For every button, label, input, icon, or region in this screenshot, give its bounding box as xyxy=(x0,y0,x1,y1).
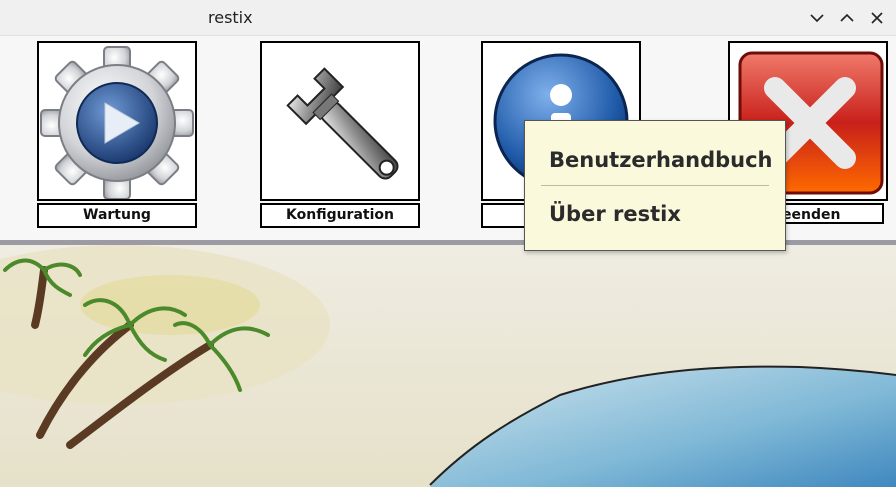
close-window-button[interactable] xyxy=(867,8,887,28)
close-icon xyxy=(871,12,883,24)
wartung-label: Wartung xyxy=(37,203,197,228)
beach-illustration xyxy=(0,245,896,487)
title-bar: restix xyxy=(0,0,896,36)
konfiguration-label: Konfiguration xyxy=(260,203,420,228)
window-title: restix xyxy=(208,8,253,27)
maximize-button[interactable] xyxy=(837,8,857,28)
menu-item-benutzerhandbuch[interactable]: Benutzerhandbuch xyxy=(525,137,785,183)
wartung-image xyxy=(37,41,197,201)
minimize-button[interactable] xyxy=(807,8,827,28)
gear-play-icon xyxy=(40,46,194,199)
info-popup-menu: Benutzerhandbuch Über restix xyxy=(524,120,786,251)
menu-item-ueber-restix[interactable]: Über restix xyxy=(525,191,785,237)
konfiguration-image xyxy=(260,41,420,201)
konfiguration-button[interactable]: Konfiguration xyxy=(260,41,420,228)
menu-separator xyxy=(541,185,769,186)
background-illustration xyxy=(0,245,896,487)
wrench-icon xyxy=(286,67,399,180)
chevron-up-icon xyxy=(840,13,854,22)
wartung-button[interactable]: Wartung xyxy=(37,41,197,228)
chevron-down-icon xyxy=(810,14,824,23)
